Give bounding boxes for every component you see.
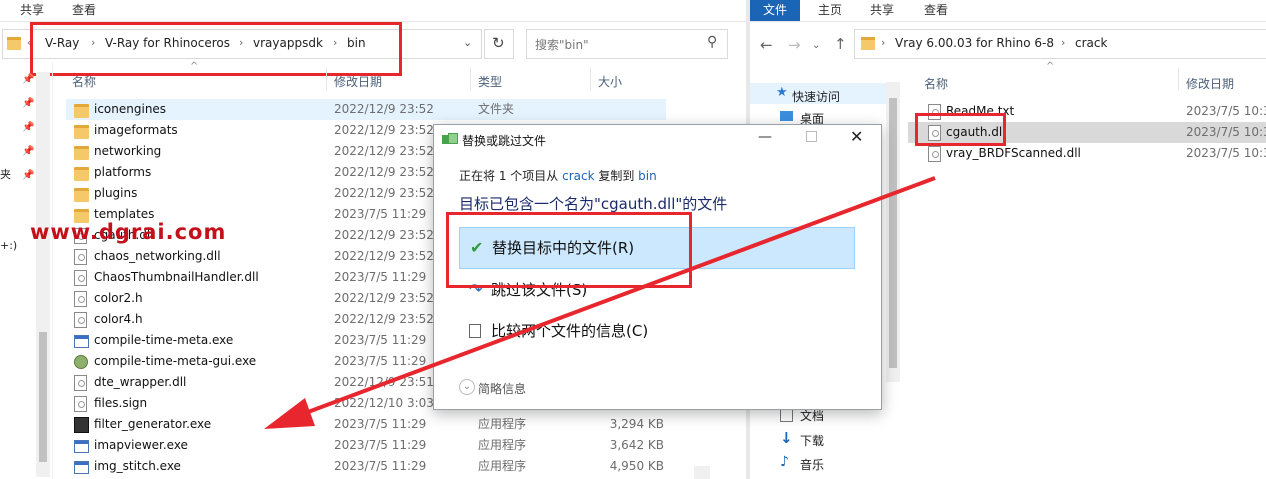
annotation-arrow xyxy=(264,176,936,429)
